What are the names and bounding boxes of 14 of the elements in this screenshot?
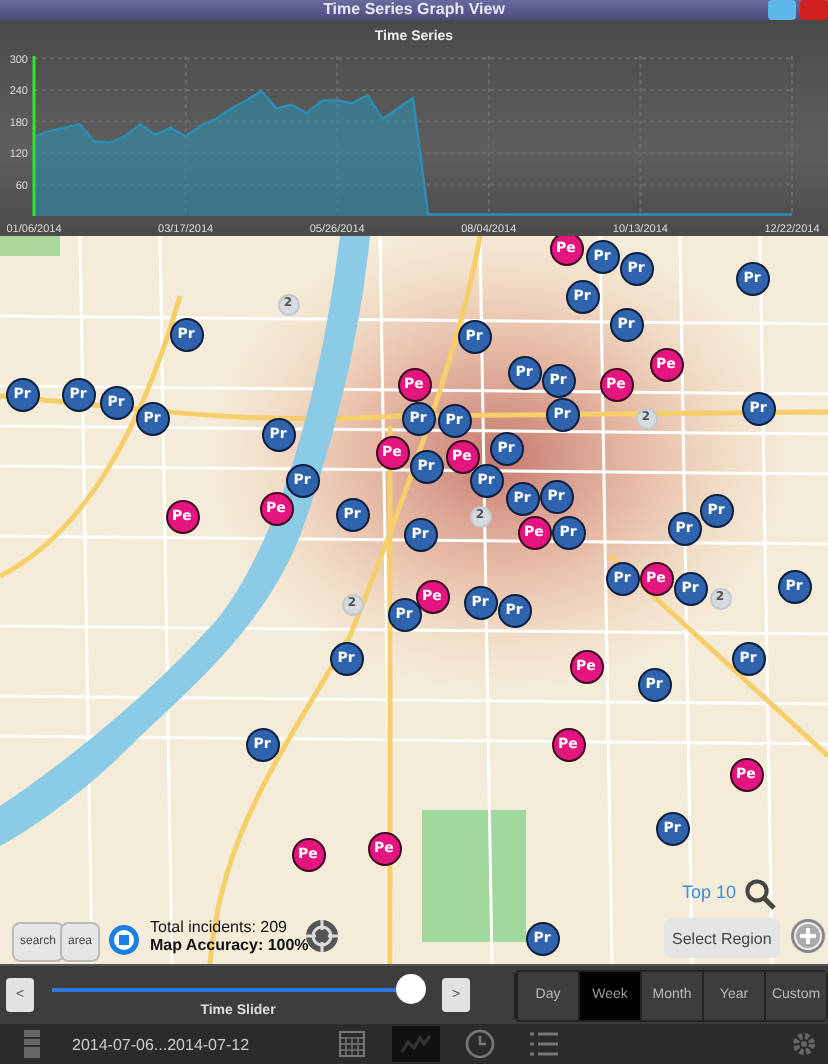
map-accuracy-text: Map Accuracy: 100% bbox=[150, 936, 309, 954]
list-icon bbox=[528, 1028, 560, 1060]
date-range-text: 2014-07-06...2014-07-12 bbox=[72, 1035, 252, 1053]
plus-icon[interactable] bbox=[790, 918, 826, 954]
calendar-icon bbox=[336, 1028, 368, 1060]
clock-icon bbox=[464, 1028, 496, 1060]
stop-icon[interactable] bbox=[108, 924, 140, 956]
crosshair-icon[interactable] bbox=[304, 918, 340, 954]
search-icon[interactable] bbox=[744, 878, 776, 910]
total-incidents-text: Total incidents: 209 bbox=[150, 918, 287, 936]
window-title: Time Series Graph View bbox=[323, 0, 505, 20]
select-region-button[interactable]: Select Region bbox=[664, 918, 780, 958]
settings-icon[interactable] bbox=[788, 1028, 820, 1060]
slider-thumb[interactable] bbox=[395, 974, 426, 1004]
